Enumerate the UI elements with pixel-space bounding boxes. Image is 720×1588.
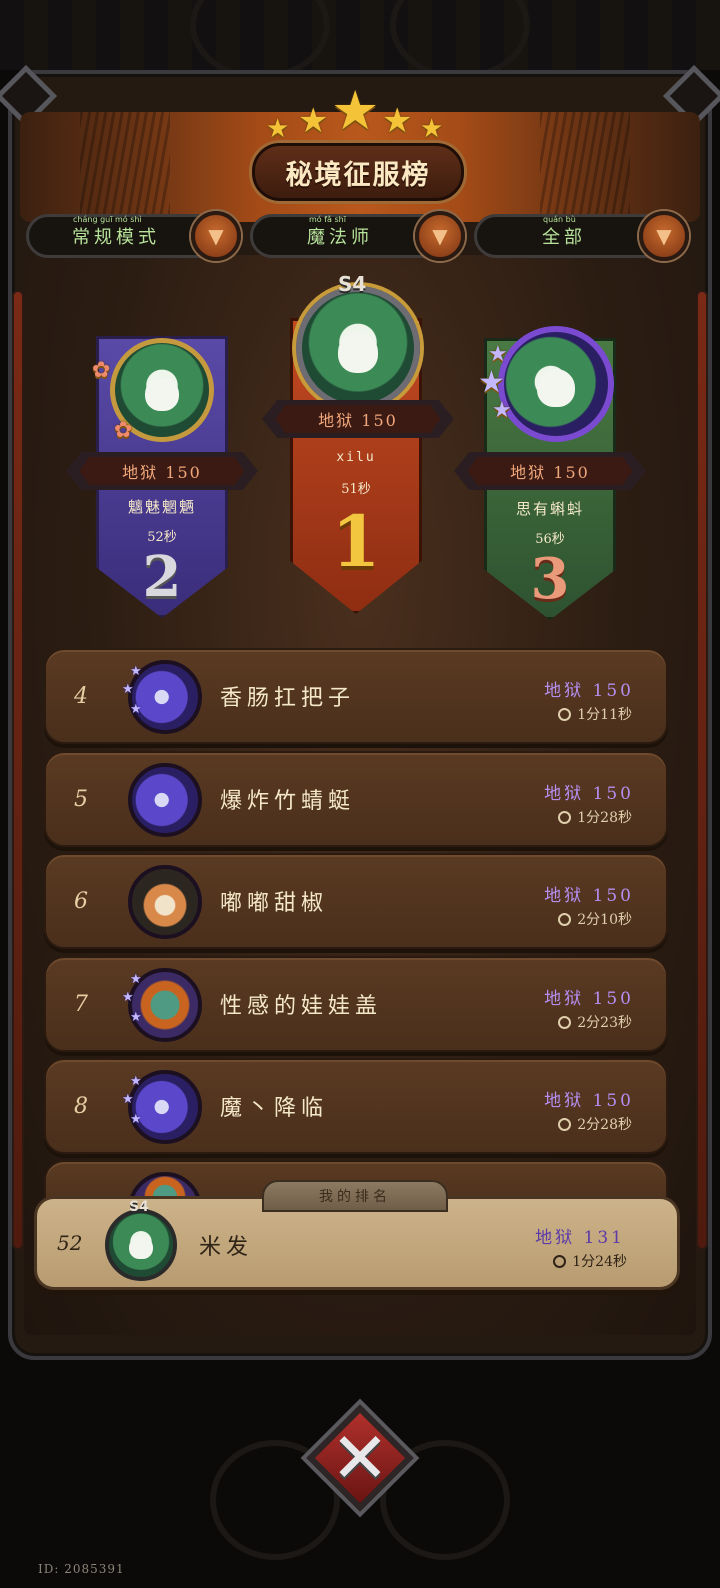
- star-icon: ★: [331, 79, 380, 142]
- avatar: [128, 763, 202, 837]
- leaderboard-row-6[interactable]: 6 嘟嘟甜椒 地狱 150 2分10秒: [44, 853, 668, 949]
- podium-third-time: 56秒: [535, 532, 565, 547]
- avatar: [296, 286, 420, 410]
- chevron-down-icon[interactable]: ▼: [415, 211, 465, 261]
- podium-second-time: 52秒: [147, 530, 177, 545]
- podium-first-time: 51秒: [341, 482, 371, 497]
- star-icon: ★: [130, 972, 142, 987]
- row-rank: 7: [74, 991, 88, 1017]
- star-icon: ★: [130, 1112, 142, 1127]
- mode-filter-label: 常规模式: [72, 227, 160, 248]
- row-score: 地狱 150: [544, 1091, 634, 1111]
- row-time: 2分10秒: [558, 909, 632, 929]
- clock-icon: [558, 1118, 572, 1131]
- clock-icon: [558, 913, 572, 926]
- avatar: [498, 326, 614, 442]
- chevron-down-icon[interactable]: ▼: [191, 211, 241, 261]
- podium-second-rank: 2: [142, 544, 182, 610]
- row-score: 地狱 150: [544, 886, 634, 906]
- row-time: 2分28秒: [558, 1114, 632, 1134]
- row-time: 1分11秒: [558, 704, 632, 724]
- star-icon: ★: [130, 664, 142, 679]
- leaderboard-row-8[interactable]: 8 ★ ★ ★ 魔丶降临 地狱 150 2分28秒: [44, 1058, 668, 1154]
- row-rank: 8: [74, 1093, 88, 1119]
- row-player-name: 性感的娃娃盖: [220, 994, 383, 1019]
- flower-icon: ✿: [92, 358, 111, 383]
- row-player-name: 香肠扛把子: [220, 686, 356, 711]
- row-player-name: 爆炸竹蜻蜓: [220, 789, 356, 814]
- star-icon: ★: [478, 365, 505, 400]
- podium-third-score: 地狱 150: [454, 452, 646, 490]
- leaderboard-row-5[interactable]: 5 爆炸竹蜻蜓 地狱 150 1分28秒: [44, 751, 668, 847]
- star-icon: ★: [492, 398, 512, 423]
- background-pattern: [0, 0, 720, 70]
- podium-first-score-text: 地狱 150: [275, 405, 441, 433]
- star-icon: ★: [130, 1074, 142, 1089]
- row-score: 地狱 150: [544, 989, 634, 1009]
- star-icon: ★: [266, 114, 290, 144]
- star-icon: ★: [130, 702, 142, 717]
- podium-third-rank: 3: [530, 546, 570, 612]
- mode-filter-dropdown[interactable]: cháng guī mó shì 常规模式 ▼: [26, 211, 241, 261]
- close-icon: ✕: [330, 1417, 390, 1499]
- podium-second-score: 地狱 150: [66, 452, 258, 490]
- avatar: [128, 865, 202, 939]
- close-button[interactable]: ✕: [300, 1398, 420, 1518]
- clock-icon: [558, 708, 572, 721]
- my-player-name: 米发: [199, 1235, 254, 1260]
- star-icon: ★: [382, 101, 413, 141]
- page-title-text: 秘境征服榜: [285, 159, 431, 191]
- row-player-name: 嘟嘟甜椒: [220, 891, 329, 916]
- my-rank-number: 52: [57, 1231, 83, 1255]
- row-rank: 4: [74, 683, 88, 709]
- star-icon: ★: [488, 342, 508, 367]
- scope-filter-label: 全部: [542, 227, 586, 248]
- chevron-down-icon[interactable]: ▼: [639, 211, 689, 261]
- podium-second-score-text: 地狱 150: [79, 457, 245, 485]
- leaderboard-row-7[interactable]: 7 ★ ★ ★ 性感的娃娃盖 地狱 150 2分23秒: [44, 956, 668, 1052]
- podium-second-name: 魑魅魍魉: [127, 498, 196, 516]
- star-icon: ★: [130, 1010, 142, 1025]
- row-time: 1分28秒: [558, 807, 632, 827]
- frame-rail-left: [12, 290, 24, 1250]
- season-badge: S4: [338, 272, 367, 296]
- my-score: 地狱 131: [535, 1228, 625, 1248]
- clock-icon: [558, 1016, 572, 1029]
- star-icon: ★: [420, 114, 444, 144]
- clock-icon: [558, 811, 572, 824]
- star-icon: ★: [298, 101, 329, 141]
- leaderboard-row-4[interactable]: 4 ★ ★ ★ 香肠扛把子 地狱 150 1分11秒: [44, 648, 668, 744]
- row-player-name: 魔丶降临: [220, 1096, 329, 1121]
- row-score: 地狱 150: [544, 784, 634, 804]
- season-badge: S4: [129, 1199, 149, 1215]
- class-filter-dropdown[interactable]: mó fǎ shī 魔法师 ▼: [250, 211, 465, 261]
- podium-first-score: 地狱 150: [262, 400, 454, 438]
- podium-third-score-text: 地狱 150: [467, 457, 633, 485]
- row-rank: 6: [74, 888, 88, 914]
- page-title: 秘境征服榜: [252, 143, 464, 201]
- player-id: ID: 2085391: [38, 1562, 125, 1576]
- my-rank-tab: 我的排名: [262, 1180, 448, 1212]
- podium-first-rank: 1: [331, 500, 381, 583]
- row-rank: 5: [74, 786, 88, 812]
- row-time: 2分23秒: [558, 1012, 632, 1032]
- my-time: 1分24秒: [553, 1251, 627, 1271]
- class-filter-label: 魔法师: [307, 227, 373, 248]
- avatar: [105, 1209, 177, 1281]
- star-icon: ★: [122, 682, 134, 697]
- scope-filter-dropdown[interactable]: quán bù 全部 ▼: [474, 211, 689, 261]
- flower-icon: ✿: [114, 418, 133, 443]
- clock-icon: [553, 1255, 567, 1268]
- row-score: 地狱 150: [544, 681, 634, 701]
- podium-first-name: xilu: [336, 450, 376, 465]
- star-icon: ★: [122, 990, 134, 1005]
- frame-rail-right: [696, 290, 708, 1250]
- podium-third-name: 思有蝌蚪: [515, 500, 584, 518]
- star-icon: ★: [122, 1092, 134, 1107]
